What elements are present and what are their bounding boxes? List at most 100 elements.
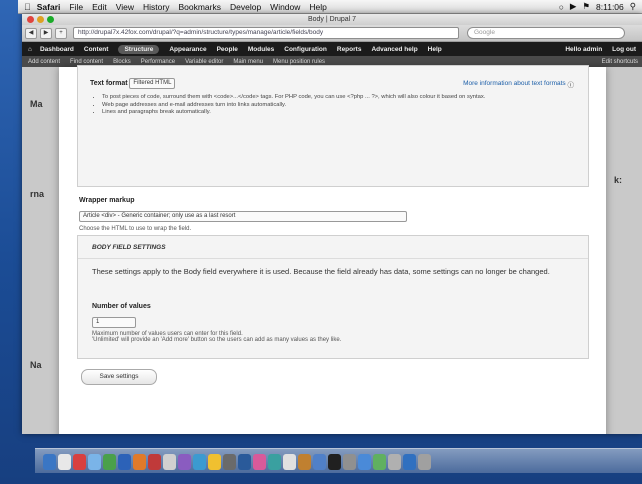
- flag-icon[interactable]: ⚑: [582, 1, 590, 12]
- volume-icon[interactable]: ▶: [570, 1, 577, 12]
- wifi-icon[interactable]: ○: [559, 2, 564, 12]
- bg-heading-3: Na: [30, 360, 42, 370]
- number-of-values-label: Number of values: [92, 303, 151, 310]
- back-icon[interactable]: ◀: [25, 27, 37, 39]
- app-icon[interactable]: [163, 454, 176, 470]
- shortcut-main-menu[interactable]: Main menu: [233, 59, 263, 65]
- app-icon[interactable]: [58, 454, 71, 470]
- app-icon[interactable]: [388, 454, 401, 470]
- app-icon[interactable]: [313, 454, 326, 470]
- trash-icon[interactable]: [418, 454, 431, 470]
- shortcut-performance[interactable]: Performance: [141, 59, 175, 65]
- menu-view[interactable]: View: [116, 2, 134, 12]
- finder-icon[interactable]: [43, 454, 56, 470]
- shortcut-add-content[interactable]: Add content: [28, 59, 60, 65]
- text-format-label: Text format: [90, 80, 128, 87]
- menu-app[interactable]: Safari: [37, 2, 61, 12]
- wrapper-markup-description: Choose the HTML to use to wrap the field…: [79, 226, 192, 232]
- app-icon[interactable]: [103, 454, 116, 470]
- shortcut-blocks[interactable]: Blocks: [113, 59, 131, 65]
- edit-shortcuts-link[interactable]: Edit shortcuts: [602, 59, 642, 65]
- search-field[interactable]: Google: [467, 27, 625, 39]
- text-format-tips: To post pieces of code, surround them wi…: [90, 94, 574, 117]
- wrapper-markup-select[interactable]: Article <div> - Generic container; only …: [79, 211, 407, 222]
- app-icon[interactable]: [238, 454, 251, 470]
- text-format-fieldset: Text format Filtered HTML More informati…: [77, 65, 589, 187]
- app-icon[interactable]: [373, 454, 386, 470]
- toolbar-structure[interactable]: Structure: [118, 44, 160, 54]
- window-title: Body | Drupal 7: [307, 16, 357, 23]
- toolbar-people[interactable]: People: [217, 46, 238, 53]
- menu-window[interactable]: Window: [270, 2, 300, 12]
- apple-icon[interactable]: : [24, 2, 31, 12]
- hello-admin-link[interactable]: Hello admin: [565, 46, 602, 53]
- app-icon[interactable]: [133, 454, 146, 470]
- toolbar-reports[interactable]: Reports: [337, 46, 362, 53]
- body-field-settings-fieldset: BODY FIELD SETTINGS These settings apply…: [77, 235, 589, 359]
- wrapper-markup-field: Wrapper markup Article <div> - Generic c…: [79, 197, 579, 232]
- app-icon[interactable]: [193, 454, 206, 470]
- bg-heading: Ma: [30, 99, 43, 109]
- text-format-select[interactable]: Filtered HTML: [129, 78, 176, 89]
- menu-bookmarks[interactable]: Bookmarks: [178, 2, 221, 12]
- app-icon[interactable]: [358, 454, 371, 470]
- text-format-more-link[interactable]: More information about text formats: [463, 80, 566, 87]
- bg-heading-2: rna: [30, 189, 45, 199]
- app-icon[interactable]: [343, 454, 356, 470]
- tip-item: Web page addresses and e-mail addresses …: [102, 102, 574, 110]
- app-icon[interactable]: [208, 454, 221, 470]
- toolbar-configuration[interactable]: Configuration: [284, 46, 327, 53]
- mac-dock: [35, 448, 642, 473]
- minimize-window-icon[interactable]: [37, 16, 44, 23]
- shortcut-menu-position-rules[interactable]: Menu position rules: [273, 59, 325, 65]
- page-background: Ma rna Na k: Text format Filtered HTML M…: [22, 65, 642, 434]
- safari-icon[interactable]: [118, 454, 131, 470]
- app-icon[interactable]: [223, 454, 236, 470]
- url-field[interactable]: http://drupal7x.42fox.com/drupal/?q=admi…: [73, 27, 459, 39]
- window-titlebar: Body | Drupal 7: [22, 14, 642, 25]
- menu-history[interactable]: History: [143, 2, 169, 12]
- shortcut-find-content[interactable]: Find content: [70, 59, 103, 65]
- app-icon[interactable]: [268, 454, 281, 470]
- app-icon[interactable]: [403, 454, 416, 470]
- app-icon[interactable]: [178, 454, 191, 470]
- drupal-admin-toolbar: ⌂ Dashboard Content Structure Appearance…: [22, 42, 642, 56]
- toolbar-advanced-help[interactable]: Advanced help: [371, 46, 417, 53]
- clock[interactable]: 8:11:06: [596, 2, 624, 12]
- bg-heading-right: k:: [614, 175, 623, 185]
- help-icon[interactable]: ⓘ: [566, 79, 574, 89]
- toolbar-content[interactable]: Content: [84, 46, 109, 53]
- add-bookmark-icon[interactable]: +: [55, 27, 67, 39]
- save-settings-button[interactable]: Save settings: [81, 369, 157, 385]
- wrapper-markup-label: Wrapper markup: [79, 197, 135, 204]
- app-icon[interactable]: [88, 454, 101, 470]
- toolbar-modules[interactable]: Modules: [248, 46, 274, 53]
- shortcut-variable-editor[interactable]: Variable editor: [185, 59, 223, 65]
- terminal-icon[interactable]: [328, 454, 341, 470]
- menu-develop[interactable]: Develop: [230, 2, 261, 12]
- number-of-values-description-2: 'Unlimited' will provide an 'Add more' b…: [92, 337, 342, 343]
- menu-edit[interactable]: Edit: [92, 2, 107, 12]
- toolbar-dashboard[interactable]: Dashboard: [40, 46, 74, 53]
- mac-menubar:  Safari File Edit View History Bookmark…: [18, 0, 642, 14]
- log-out-link[interactable]: Log out: [612, 46, 636, 53]
- number-of-values-select[interactable]: 1: [92, 317, 136, 328]
- forward-icon[interactable]: ▶: [40, 27, 52, 39]
- close-window-icon[interactable]: [27, 16, 34, 23]
- browser-window: Body | Drupal 7 ◀ ▶ + http://drupal7x.42…: [22, 14, 642, 434]
- body-settings-text: These settings apply to the Body field e…: [92, 267, 550, 276]
- toolbar-appearance[interactable]: Appearance: [169, 46, 206, 53]
- app-icon[interactable]: [148, 454, 161, 470]
- home-icon[interactable]: ⌂: [28, 46, 32, 53]
- app-icon[interactable]: [73, 454, 86, 470]
- toolbar-help[interactable]: Help: [428, 46, 442, 53]
- zoom-window-icon[interactable]: [47, 16, 54, 23]
- field-settings-overlay: Text format Filtered HTML More informati…: [59, 65, 606, 434]
- app-icon[interactable]: [298, 454, 311, 470]
- menu-file[interactable]: File: [69, 2, 83, 12]
- app-icon[interactable]: [283, 454, 296, 470]
- spotlight-icon[interactable]: ⚲: [630, 1, 636, 12]
- menu-help[interactable]: Help: [309, 2, 326, 12]
- body-settings-legend: BODY FIELD SETTINGS: [92, 244, 166, 251]
- app-icon[interactable]: [253, 454, 266, 470]
